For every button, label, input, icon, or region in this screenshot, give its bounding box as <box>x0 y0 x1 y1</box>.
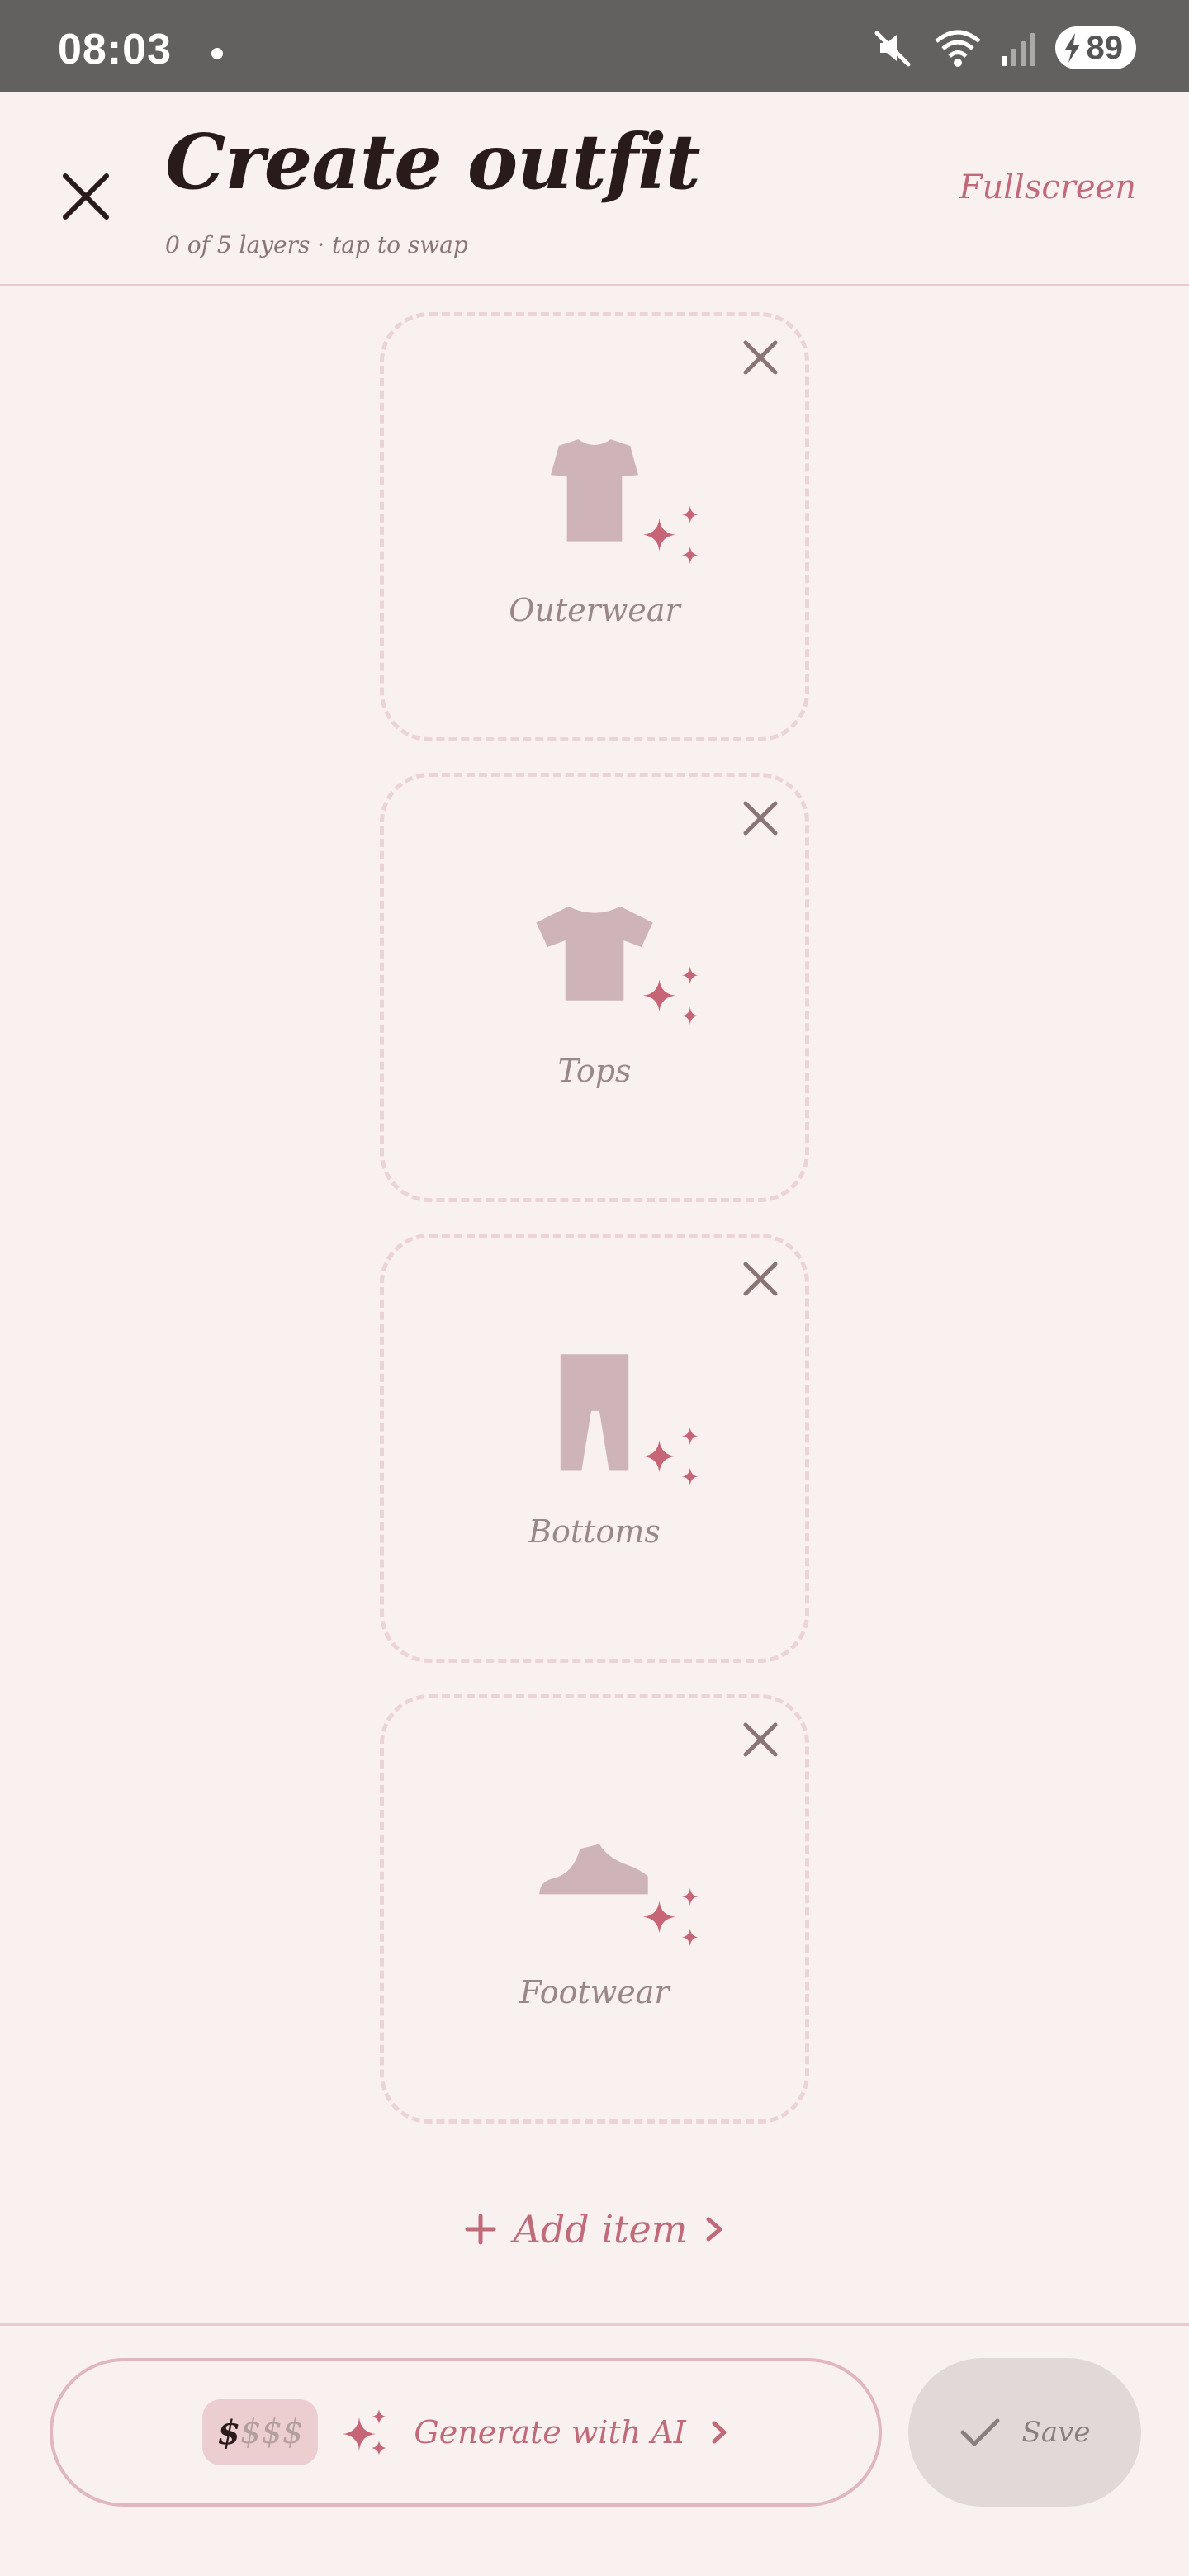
battery-charging-icon <box>1064 33 1080 63</box>
layer-card-tops[interactable]: Tops <box>380 773 809 1202</box>
price-level-inactive: $$$ <box>240 2413 304 2451</box>
battery-level: 89 <box>1086 29 1124 66</box>
save-button[interactable]: Save <box>908 2358 1141 2507</box>
close-icon <box>63 173 109 220</box>
footwear-placeholder <box>539 1844 699 1947</box>
sparkle-icon <box>343 2409 387 2455</box>
layer-label: Outerwear <box>509 592 680 628</box>
price-level-badge[interactable]: $ $$$ <box>202 2399 319 2465</box>
notification-dot-icon <box>211 48 223 59</box>
wifi-icon <box>934 30 981 67</box>
bottom-divider <box>0 2323 1189 2326</box>
close-button[interactable] <box>56 167 116 226</box>
layer-label: Tops <box>557 1053 632 1089</box>
outerwear-placeholder <box>551 439 699 565</box>
plus-icon <box>465 2214 496 2245</box>
pants-icon <box>560 1354 629 1471</box>
save-label: Save <box>1021 2416 1091 2449</box>
signal-icon <box>1002 33 1035 66</box>
layer-card-footwear[interactable]: Footwear <box>380 1694 809 2124</box>
layer-card-bottoms[interactable]: Bottoms <box>380 1234 809 1663</box>
layer-count-subtitle: 0 of 5 layers · tap to swap <box>165 231 468 258</box>
status-time: 08:03 <box>58 26 172 73</box>
sparkle-icon <box>642 966 699 1025</box>
tops-placeholder <box>536 906 699 1025</box>
chevron-right-icon <box>706 2217 722 2242</box>
layer-label: Bottoms <box>528 1513 661 1550</box>
jacket-icon <box>551 439 638 542</box>
add-item-button[interactable]: Add item <box>462 2196 727 2262</box>
tshirt-icon <box>536 906 653 1001</box>
sparkle-icon <box>642 1887 699 1947</box>
price-level-active: $ <box>217 2413 241 2452</box>
sparkle-icon <box>642 1427 699 1486</box>
mute-icon <box>874 31 910 67</box>
add-item-label: Add item <box>513 2207 688 2252</box>
status-bar: 08:03 89 <box>0 0 1189 92</box>
generate-label: Generate with AI <box>414 2414 686 2451</box>
layer-label: Footwear <box>519 1974 670 2010</box>
header: Create outfit 0 of 5 layers · tap to swa… <box>0 92 1189 284</box>
bottoms-placeholder <box>560 1354 699 1486</box>
status-icons: 89 <box>872 25 1136 71</box>
battery-indicator: 89 <box>1054 26 1136 69</box>
layer-card-outerwear[interactable]: Outerwear <box>380 312 809 741</box>
shoe-icon <box>539 1844 648 1895</box>
page-title: Create outfit <box>165 117 701 206</box>
chevron-right-icon <box>712 2421 727 2444</box>
sparkle-icon <box>642 505 699 565</box>
generate-with-ai-button[interactable]: $ $$$ Generate with AI <box>50 2358 882 2507</box>
checkmark-icon <box>960 2418 1000 2446</box>
header-divider <box>0 284 1189 286</box>
fullscreen-button[interactable]: Fullscreen <box>959 168 1136 206</box>
